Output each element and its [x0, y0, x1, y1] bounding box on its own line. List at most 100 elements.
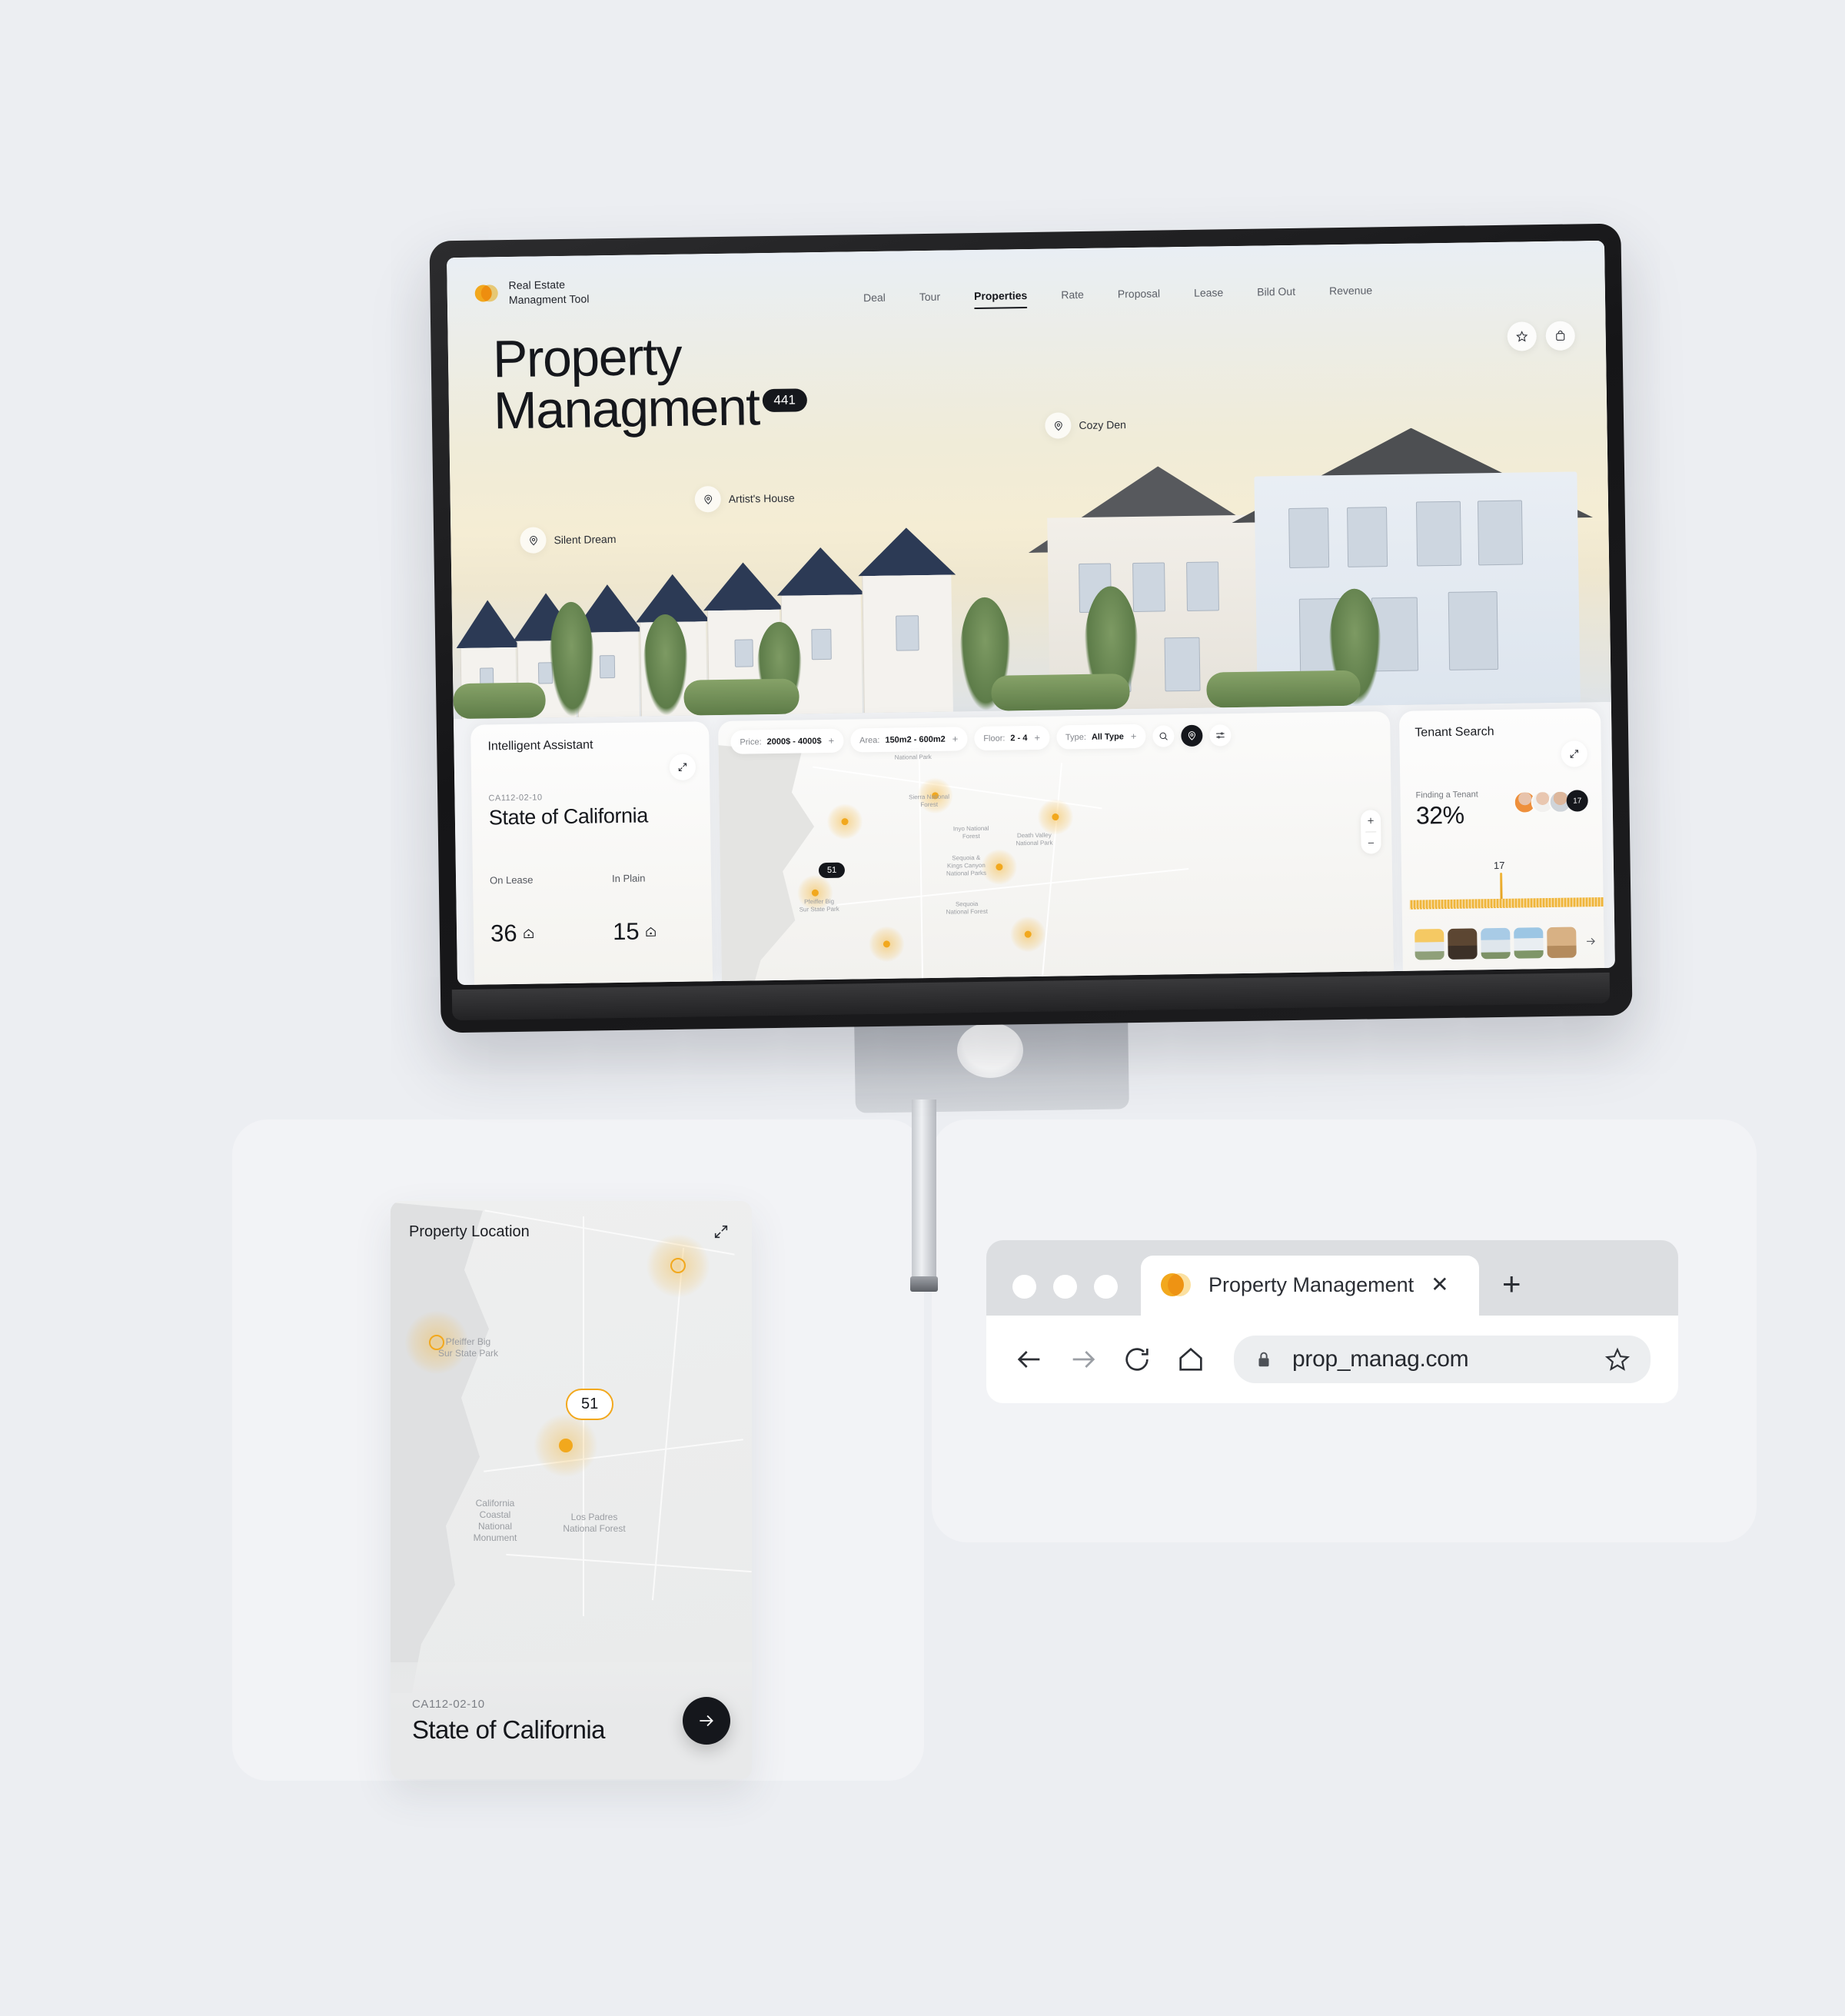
home-button[interactable]	[1175, 1344, 1206, 1375]
map-coastline	[391, 1201, 489, 1693]
address-bar[interactable]: prop_manag.com	[1234, 1336, 1651, 1383]
map-pin-icon	[520, 527, 547, 554]
bookmark-button[interactable]	[1604, 1346, 1631, 1372]
filter-chip-area[interactable]: Area: 150m2 - 600m2 +	[849, 727, 968, 753]
property-location-go-button[interactable]	[683, 1697, 730, 1745]
map-cluster-badge[interactable]: 51	[818, 862, 846, 879]
filter-chip-type[interactable]: Type: All Type +	[1055, 724, 1146, 750]
nav-item-tour[interactable]: Tour	[919, 291, 941, 310]
window-close-dot[interactable]	[1012, 1275, 1036, 1299]
map-coastline	[718, 742, 860, 981]
brand-line-2: Managment Tool	[508, 292, 590, 306]
nav-item-lease[interactable]: Lease	[1194, 286, 1224, 306]
map-marker[interactable]	[1037, 799, 1074, 835]
property-location-name: State of California	[412, 1715, 606, 1744]
reload-icon	[1125, 1348, 1149, 1371]
assistant-stats: On Lease 36 In Plain 15	[490, 872, 695, 948]
hero-pin-silent-dream[interactable]: Silent Dream	[520, 526, 617, 554]
reload-button[interactable]	[1122, 1344, 1152, 1375]
expand-icon	[714, 1225, 728, 1239]
nav-item-proposal[interactable]: Proposal	[1118, 287, 1161, 307]
filter-add-icon: +	[1130, 730, 1137, 743]
sort-button[interactable]	[1209, 724, 1232, 747]
map-pin-icon	[1045, 412, 1072, 439]
property-thumbnail[interactable]	[1481, 927, 1511, 960]
browser-tab[interactable]: Property Management ✕	[1141, 1256, 1479, 1316]
brand-line-1: Real Estate	[508, 278, 566, 292]
bag-icon	[1556, 330, 1565, 341]
window-maximize-dot[interactable]	[1094, 1275, 1118, 1299]
hero-actions	[1507, 321, 1576, 351]
map-label: Sequoia & Kings Canyon National Parks	[946, 854, 987, 877]
cards-strip: Intelligent Assistant CA112-02-10 State …	[454, 702, 1615, 985]
tab-close-button[interactable]: ✕	[1431, 1274, 1448, 1296]
map-marker[interactable]	[646, 1233, 710, 1298]
property-thumbnail[interactable]	[1448, 928, 1478, 960]
assistant-expand-button[interactable]	[669, 754, 696, 780]
stat-label: In Plain	[611, 872, 646, 885]
window-minimize-dot[interactable]	[1053, 1275, 1077, 1299]
map-zoom-in-button[interactable]: +	[1361, 810, 1381, 831]
tenant-ruler[interactable]: 17	[1401, 859, 1604, 916]
nav-item-bild-out[interactable]: Bild Out	[1257, 285, 1295, 305]
property-location-expand-button[interactable]	[709, 1219, 733, 1244]
saved-button[interactable]	[1545, 321, 1576, 351]
monitor: Real Estate Managment Tool Deal Tour Prope…	[429, 223, 1633, 1033]
window-controls	[986, 1275, 1141, 1316]
map-cluster-badge[interactable]: 51	[566, 1389, 614, 1420]
expand-icon	[1570, 750, 1578, 758]
nav-item-deal[interactable]: Deal	[863, 291, 886, 311]
property-thumbnail[interactable]	[1414, 929, 1444, 960]
filter-key: Area:	[859, 735, 880, 745]
stat-on-lease: On Lease 36	[490, 873, 593, 948]
stat-in-plain: In Plain 15	[592, 872, 695, 946]
thumbnails-next-button[interactable]	[1584, 935, 1597, 950]
map-pin-icon	[694, 485, 722, 513]
hero-pin-cozy-den[interactable]: Cozy Den	[1045, 411, 1126, 439]
filter-key: Price:	[740, 737, 762, 747]
hero-pin-artists-house[interactable]: Artist's House	[694, 485, 795, 513]
filter-chip-floor[interactable]: Floor: 2 - 4 +	[974, 725, 1050, 751]
new-tab-button[interactable]: +	[1479, 1268, 1547, 1316]
tab-title: Property Management	[1208, 1272, 1414, 1296]
filter-value: 150m2 - 600m2	[885, 734, 946, 745]
map-marker-selected[interactable]	[534, 1413, 598, 1478]
tab-favicon-icon	[1161, 1269, 1192, 1300]
filter-key: Type:	[1065, 732, 1086, 742]
sliders-icon	[1216, 731, 1225, 738]
search-button[interactable]	[1152, 724, 1175, 747]
nav-item-rate[interactable]: Rate	[1061, 288, 1084, 308]
home-icon	[1179, 1347, 1202, 1371]
filter-value: All Type	[1091, 731, 1124, 742]
stat-value: 15	[612, 917, 640, 946]
property-location-footer: CA112-02-10 State of California	[391, 1662, 752, 1779]
nav-item-revenue[interactable]: Revenue	[1329, 284, 1372, 304]
property-thumbnail[interactable]	[1514, 927, 1544, 959]
brand[interactable]: Real Estate Managment Tool	[474, 277, 590, 308]
map-zoom-out-button[interactable]: −	[1361, 832, 1381, 853]
filter-chip-price[interactable]: Price: 2000$ - 4000$ +	[730, 728, 844, 754]
tenant-expand-button[interactable]	[1561, 740, 1588, 767]
stat-value-wrap: 36	[490, 919, 593, 948]
lock-icon	[1258, 1352, 1269, 1367]
map-marker[interactable]	[1009, 916, 1046, 953]
map-road	[506, 1553, 752, 1573]
map-marker[interactable]	[869, 926, 905, 963]
property-location-card: Property Location 51 Pfeiffer Big Sur Sta…	[391, 1201, 752, 1779]
arrow-right-icon	[1587, 937, 1595, 945]
filter-value: 2 - 4	[1010, 733, 1028, 743]
hero-section: Real Estate Managment Tool Deal Tour Prope…	[447, 240, 1611, 720]
monitor-hinge	[957, 1023, 1023, 1078]
map-marker[interactable]	[826, 803, 863, 840]
stat-value-wrap: 15	[593, 917, 696, 946]
search-icon	[1159, 732, 1168, 740]
locate-button[interactable]	[1181, 724, 1203, 747]
tenant-avatar-group[interactable]: 17	[1513, 790, 1588, 814]
property-location-text: CA112-02-10 State of California	[412, 1698, 606, 1745]
nav-item-properties[interactable]: Properties	[974, 289, 1028, 309]
property-thumbnail[interactable]	[1547, 926, 1577, 959]
favorite-button[interactable]	[1507, 321, 1538, 351]
browser-toolbar: prop_manag.com	[986, 1316, 1678, 1403]
back-button[interactable]	[1014, 1344, 1045, 1375]
forward-button[interactable]	[1068, 1344, 1099, 1375]
